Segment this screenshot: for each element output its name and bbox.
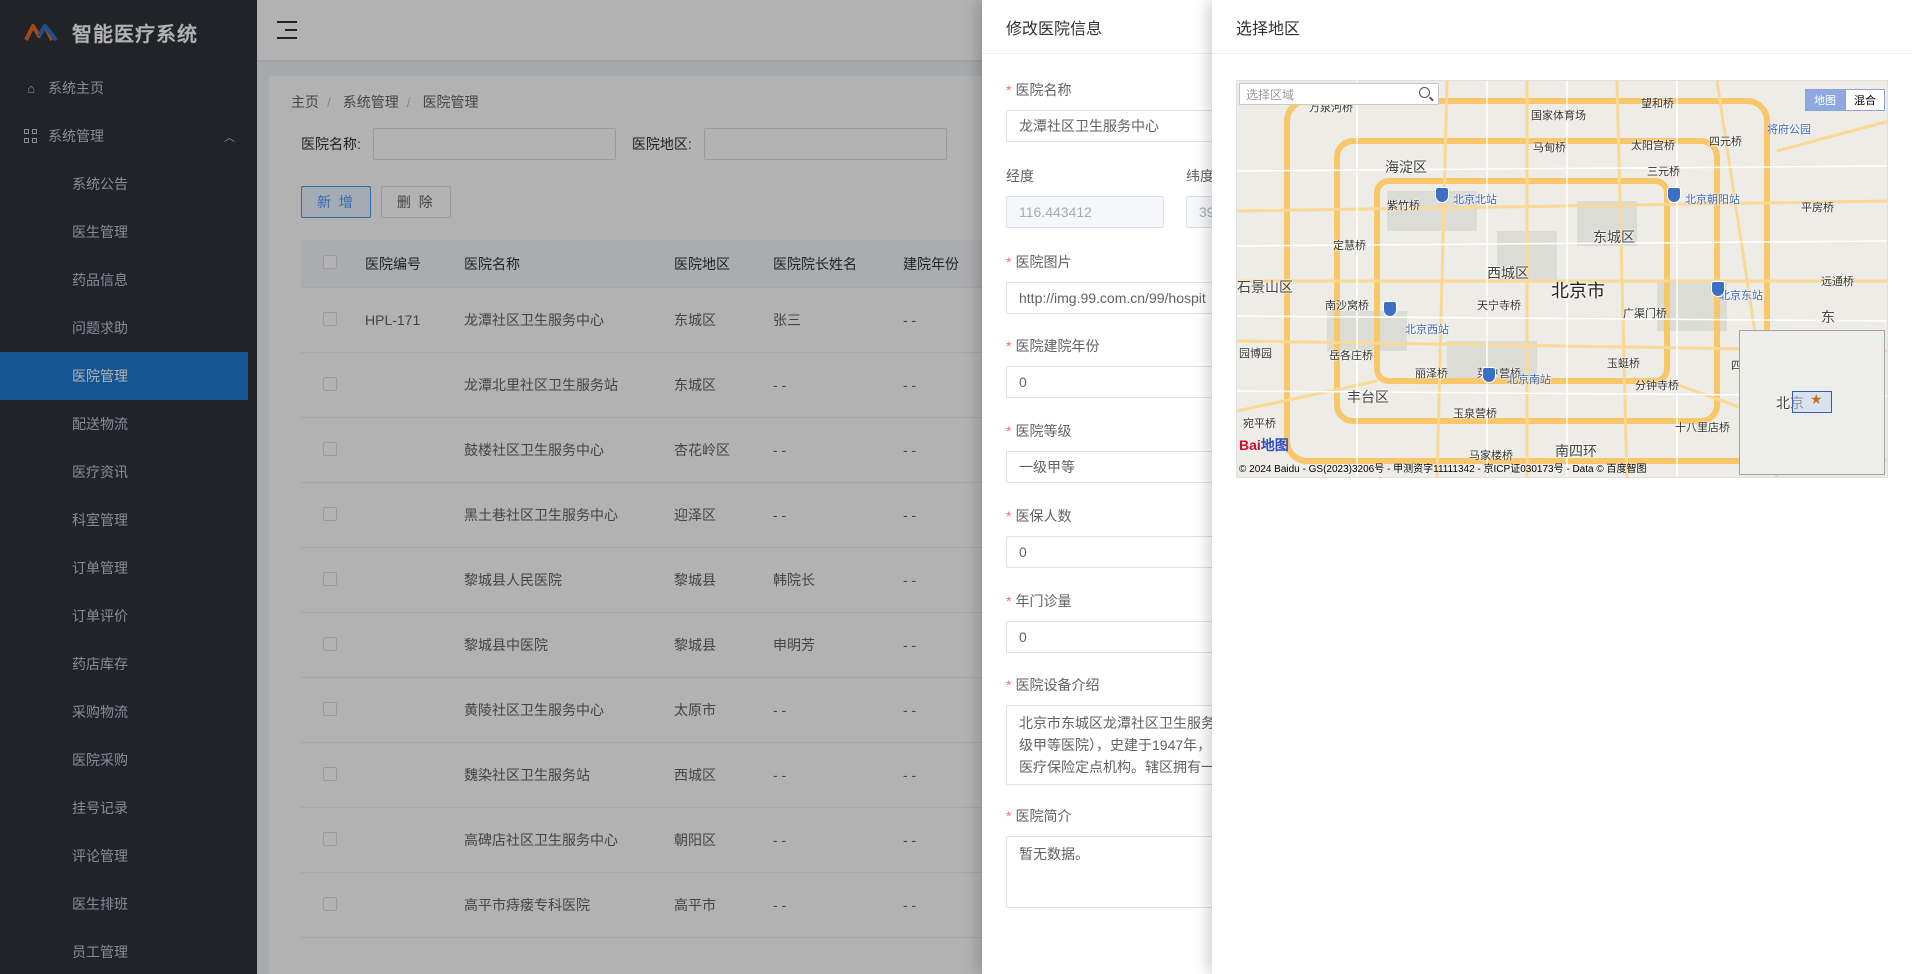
map-label: 东城区	[1593, 229, 1635, 245]
map-label: 宛平桥	[1243, 418, 1276, 430]
station-pin-icon[interactable]	[1482, 367, 1496, 383]
map-label: 丰台区	[1347, 389, 1389, 405]
form-item-lng: 经度 116.443412	[1006, 166, 1164, 228]
map-label: 北京北站	[1453, 194, 1497, 206]
baidu-map[interactable]: 海淀区 东城区 西城区 北京市 丰台区 石景山区 万泉河桥 国家体育场 望和桥 …	[1236, 80, 1888, 478]
map-label: 国家体育场	[1531, 110, 1586, 122]
visits-label: 年门诊量	[1015, 593, 1072, 609]
map-search-input[interactable]: 选择区域	[1239, 83, 1439, 105]
map-label: 玉泉营桥	[1453, 408, 1497, 420]
map-label: 北京南站	[1507, 374, 1551, 386]
station-pin-icon[interactable]	[1383, 301, 1397, 317]
map-type-hybrid[interactable]: 混合	[1845, 89, 1885, 111]
map-label: 三元桥	[1647, 166, 1680, 178]
map-label: 将府公园	[1767, 124, 1811, 136]
map-label: 丽泽桥	[1415, 368, 1448, 380]
map-copyright: © 2024 Baidu - GS(2023)3206号 - 甲测资字11111…	[1239, 464, 1647, 475]
station-pin-icon[interactable]	[1435, 187, 1449, 203]
map-label: 北京市	[1551, 281, 1605, 301]
map-label: 定慧桥	[1333, 240, 1366, 252]
baidu-logo-text: Bai	[1239, 437, 1261, 453]
map-label: 园博园	[1239, 348, 1272, 360]
map-overview[interactable]: 北京 ★	[1739, 330, 1885, 475]
station-pin-icon[interactable]	[1711, 281, 1725, 297]
intro-label: 医院简介	[1015, 808, 1072, 824]
map-label: 西城区	[1487, 265, 1529, 281]
map-label: 北京朝阳站	[1685, 194, 1740, 206]
map-label: 四元桥	[1709, 136, 1742, 148]
lat-label: 纬度	[1186, 168, 1214, 184]
region-drawer-title: 选择地区	[1212, 0, 1912, 54]
map-search-placeholder: 选择区域	[1246, 87, 1295, 102]
map-label: 南四环	[1555, 443, 1597, 459]
map-label: 分钟寺桥	[1635, 380, 1679, 392]
station-pin-icon[interactable]	[1667, 187, 1681, 203]
map-label: 天宁寺桥	[1477, 300, 1521, 312]
map-label: 远通桥	[1821, 276, 1854, 288]
map-label: 东	[1821, 309, 1835, 325]
year-label: 医院建院年份	[1015, 338, 1100, 354]
image-label: 医院图片	[1015, 254, 1072, 270]
map-label: 岳各庄桥	[1329, 350, 1373, 362]
insured-label: 医保人数	[1015, 508, 1072, 524]
lng-label: 经度	[1006, 168, 1034, 184]
name-label: 医院名称	[1015, 82, 1072, 98]
map-label: 海淀区	[1385, 159, 1427, 175]
map-label: 十八里店桥	[1675, 422, 1730, 434]
map-label: 广渠门桥	[1623, 308, 1667, 320]
search-icon[interactable]	[1419, 87, 1430, 98]
map-label: 马甸桥	[1533, 142, 1566, 154]
map-label: 紫竹桥	[1387, 200, 1420, 212]
map-label: 平房桥	[1801, 202, 1834, 214]
map-label: 北京东站	[1719, 290, 1763, 302]
map-label: 望和桥	[1641, 98, 1674, 110]
map-label: 石景山区	[1237, 279, 1293, 295]
map-type-switch: 地图 混合	[1805, 89, 1885, 111]
region-picker-drawer: 选择地区 海淀区 东城区 西城区 北京市 丰台区 石景山区 万泉河桥 国家体育场…	[1212, 0, 1912, 974]
map-label: 玉蜓桥	[1607, 358, 1640, 370]
lng-input: 116.443412	[1006, 196, 1164, 228]
baidu-logo: Bai地图	[1239, 435, 1289, 455]
map-label: 南沙窝桥	[1325, 300, 1369, 312]
star-icon: ★	[1810, 391, 1823, 407]
map-type-map[interactable]: 地图	[1805, 89, 1845, 111]
level-label: 医院等级	[1015, 423, 1072, 439]
equip-label: 医院设备介绍	[1015, 677, 1100, 693]
baidu-logo-text-2: 地图	[1260, 437, 1289, 453]
map-label: 北京西站	[1405, 324, 1449, 336]
map-label: 太阳宫桥	[1631, 140, 1675, 152]
